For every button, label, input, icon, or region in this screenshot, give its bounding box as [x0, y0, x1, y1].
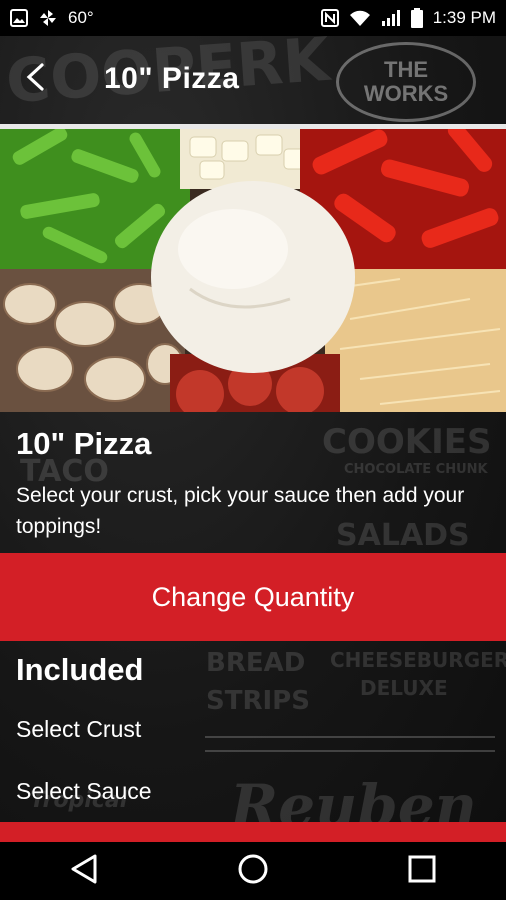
- bg-word-chocolate: CHOCOLATE CHUNK: [344, 462, 488, 477]
- included-heading: Included: [16, 652, 144, 687]
- nfc-icon: [320, 9, 339, 27]
- bg-word-deluxe: DELUXE: [360, 676, 448, 700]
- item-description: Select your crust, pick your sauce then …: [16, 484, 465, 538]
- next-button-strip[interactable]: [0, 822, 506, 842]
- nav-recents-button[interactable]: [382, 842, 462, 900]
- select-sauce-option[interactable]: Select Sauce: [16, 778, 152, 805]
- bg-word-strips: STRIPS: [206, 686, 310, 716]
- hero-ingredients-image: [0, 129, 506, 412]
- back-arrow-icon: [24, 62, 46, 97]
- status-bar: 60° 1:39 PM: [0, 0, 506, 36]
- system-nav-bar: [0, 842, 506, 900]
- item-title: 10" Pizza: [16, 426, 152, 461]
- wifi-icon: [349, 9, 371, 27]
- home-circle-icon: [237, 853, 269, 890]
- change-quantity-button[interactable]: Change Quantity: [0, 553, 506, 641]
- the-works-badge: THE WORKS: [336, 42, 476, 122]
- recents-square-icon: [407, 854, 437, 889]
- select-crust-option[interactable]: Select Crust: [16, 716, 141, 743]
- temperature-text: 60°: [68, 8, 94, 27]
- badge-line-1: THE: [384, 56, 428, 82]
- status-left: 60°: [10, 8, 94, 28]
- bg-word-bread: BREAD: [206, 648, 306, 678]
- pinwheel-icon: [38, 8, 58, 28]
- badge-line-2: WORKS: [363, 81, 449, 106]
- nav-home-button[interactable]: [213, 842, 293, 900]
- bg-word-cookies: COOKIES: [322, 422, 492, 462]
- bg-word-cheeseburger: CHEESEBURGER: [330, 648, 506, 672]
- back-button[interactable]: [0, 36, 70, 122]
- app-bar: 10" Pizza THE WORKS: [0, 36, 506, 122]
- battery-icon: [410, 8, 423, 28]
- nav-back-button[interactable]: [44, 842, 124, 900]
- image-icon: [10, 9, 28, 27]
- back-triangle-icon: [69, 853, 99, 890]
- page-title: 10" Pizza: [104, 62, 240, 95]
- clock-text: 1:39 PM: [432, 8, 496, 27]
- status-right: 1:39 PM: [320, 8, 496, 28]
- signal-icon: [381, 9, 401, 27]
